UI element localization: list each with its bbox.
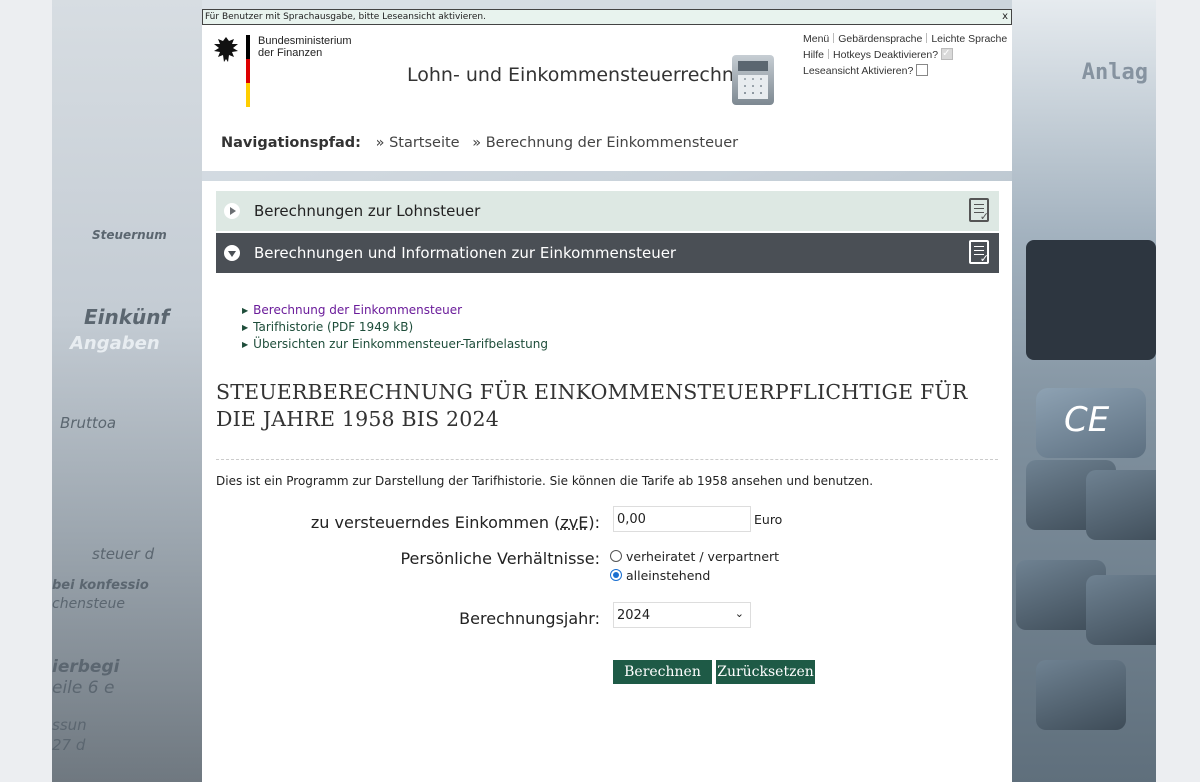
ministry-line-2: der Finanzen xyxy=(258,47,323,59)
app-title: Lohn- und Einkommensteuerrechner xyxy=(407,64,754,86)
screenreader-notice-text: Für Benutzer mit Sprachausgabe, bitte Le… xyxy=(205,12,486,22)
background-tax-form: Steuernum Einkünf Angaben Bruttoa steuer… xyxy=(52,0,202,782)
easy-language-link[interactable]: Leichte Sprache xyxy=(931,33,1007,45)
menu-link[interactable]: Menü xyxy=(803,33,829,45)
breadcrumb-home[interactable]: » Startseite xyxy=(376,135,460,151)
collapse-arrow-icon xyxy=(224,245,240,261)
radio-single-label: alleinstehend xyxy=(626,568,711,583)
status-label: Persönliche Verhältnisse: xyxy=(400,549,600,568)
radio-married[interactable]: verheiratet / verpartnert xyxy=(610,549,779,564)
site-header: Für Benutzer mit Sprachausgabe, bitte Le… xyxy=(202,9,1012,171)
link-uebersichten[interactable]: Übersichten zur Einkommensteuer-Tarifbel… xyxy=(242,336,548,353)
income-label: zu versteuerndes Einkommen (zvE): xyxy=(310,513,600,532)
reader-view-checkbox[interactable] xyxy=(916,64,929,76)
screenreader-notice: Für Benutzer mit Sprachausgabe, bitte Le… xyxy=(202,9,1012,25)
federal-eagle-icon xyxy=(214,37,238,62)
hotkeys-checkbox[interactable] xyxy=(941,46,954,62)
radio-married-label: verheiratet / verpartnert xyxy=(626,549,780,564)
hotkeys-label: Hotkeys Deaktivieren? xyxy=(833,49,939,61)
year-select[interactable]: 2024 ⌄ xyxy=(613,602,751,628)
accordion-lohnsteuer[interactable]: Berechnungen zur Lohnsteuer xyxy=(216,191,999,231)
income-input[interactable]: 0,00 xyxy=(613,506,751,532)
sign-language-link[interactable]: Gebärdensprache xyxy=(838,33,922,45)
background-calculator: Anlag CE xyxy=(1012,0,1156,782)
reader-view-label: Leseansicht Aktivieren? xyxy=(803,65,914,77)
ministry-line-1: Bundesministerium xyxy=(258,35,352,47)
income-unit: Euro xyxy=(754,512,783,527)
page-title: STEUERBERECHNUNG FÜR EINKOMMENSTEUERPFLI… xyxy=(216,380,968,431)
year-label: Berechnungsjahr: xyxy=(459,609,600,628)
radio-button-selected[interactable] xyxy=(610,569,622,581)
breadcrumb: Navigationspfad: » Startseite » Berechnu… xyxy=(221,135,746,151)
calculate-button[interactable]: Berechnen xyxy=(613,660,712,684)
help-link[interactable]: Hilfe xyxy=(803,49,824,61)
document-checklist-icon xyxy=(969,240,989,265)
link-tarifhistorie[interactable]: Tarifhistorie (PDF 1949 kB) xyxy=(242,319,548,336)
ministry-name: Bundesministerium der Finanzen xyxy=(258,35,352,59)
main-content: Berechnungen zur Lohnsteuer Berechnungen… xyxy=(202,181,1012,782)
radio-button[interactable] xyxy=(610,550,622,562)
expand-arrow-icon xyxy=(224,203,240,219)
breadcrumb-label: Navigationspfad: xyxy=(221,135,361,151)
accordion-label: Berechnungen zur Lohnsteuer xyxy=(254,202,481,220)
utility-links: Menü Gebärdensprache Leichte Sprache Hilfe… xyxy=(803,31,1007,79)
close-icon[interactable]: x xyxy=(1002,10,1008,24)
radio-single[interactable]: alleinstehend xyxy=(610,568,710,583)
accordion-einkommensteuer[interactable]: Berechnungen und Informationen zur Einko… xyxy=(216,233,999,273)
reset-button[interactable]: Zurücksetzen xyxy=(716,660,815,684)
zve-abbreviation: zvE xyxy=(560,513,589,532)
calculator-icon xyxy=(732,55,774,105)
intro-text: Dies ist ein Programm zur Darstellung de… xyxy=(216,474,874,488)
german-flag-bar xyxy=(246,35,250,107)
breadcrumb-current[interactable]: » Berechnung der Einkommensteuer xyxy=(472,135,738,151)
chevron-down-icon: ⌄ xyxy=(734,607,744,620)
document-checklist-icon xyxy=(969,198,989,223)
sub-links: Berechnung der Einkommensteuer Tarifhist… xyxy=(242,302,548,353)
accordion-label: Berechnungen und Informationen zur Einko… xyxy=(254,244,677,262)
divider xyxy=(216,459,998,460)
year-value: 2024 xyxy=(617,608,651,623)
link-berechnung[interactable]: Berechnung der Einkommensteuer xyxy=(242,302,548,319)
